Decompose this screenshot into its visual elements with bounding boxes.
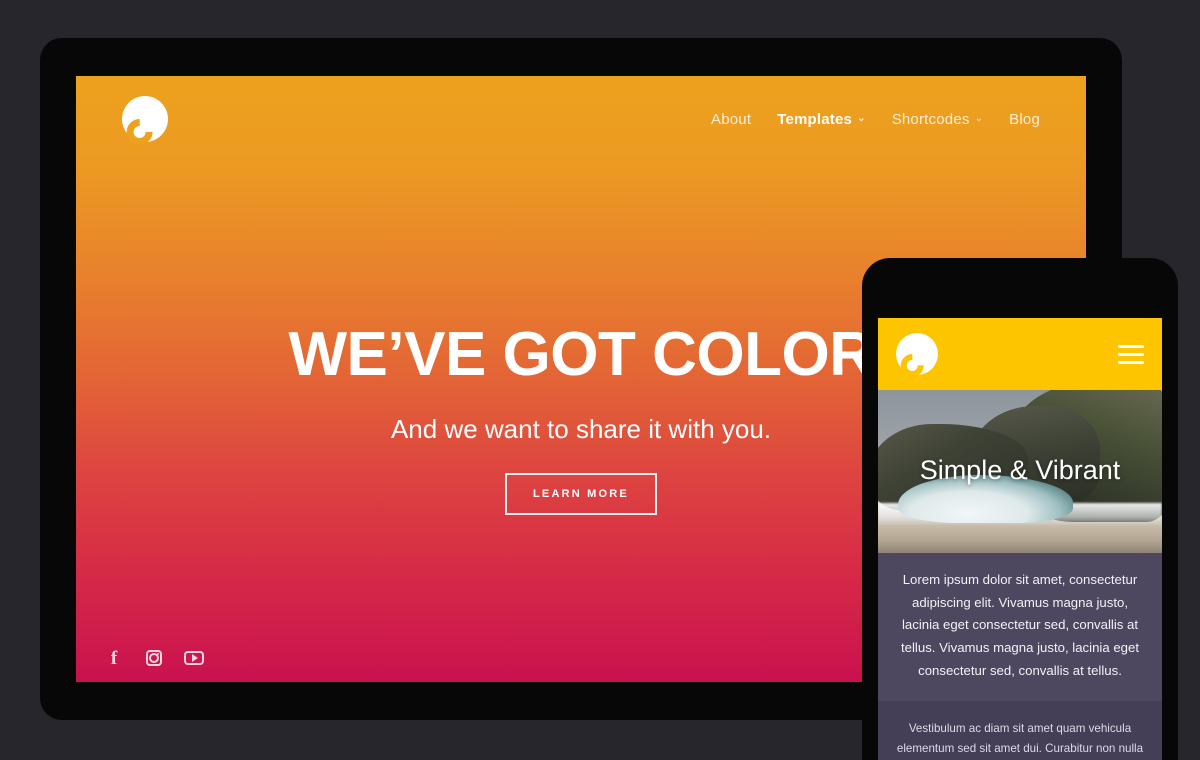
phone-paragraph-secondary: Vestibulum ac diam sit amet quam vehicul…	[878, 700, 1162, 760]
scene-canvas: About Templates ⌄ Shortcodes ⌄ Blog WE’V…	[0, 0, 1200, 760]
youtube-icon[interactable]	[184, 648, 204, 668]
instagram-camera-shape	[146, 650, 162, 666]
youtube-play-shape	[184, 651, 204, 665]
learn-more-button[interactable]: LEARN MORE	[505, 473, 657, 515]
phone-site-header	[878, 318, 1162, 390]
hamburger-bar	[1118, 352, 1144, 356]
nav-item-about[interactable]: About	[711, 111, 751, 128]
logo-ring-shape	[121, 113, 158, 151]
hamburger-bar	[1118, 344, 1144, 348]
chevron-down-icon: ⌄	[974, 113, 984, 124]
phone-device-frame: Simple & Vibrant Lorem ipsum dolor sit a…	[862, 258, 1178, 760]
phone-paragraph-primary: Lorem ipsum dolor sit amet, consectetur …	[878, 553, 1162, 701]
tablet-site-header: About Templates ⌄ Shortcodes ⌄ Blog	[76, 76, 1086, 162]
nav-item-label: Blog	[1009, 110, 1040, 128]
beach-sand-shape	[878, 525, 1162, 553]
logo-ring-shape	[895, 349, 929, 382]
nav-item-label: Shortcodes	[891, 110, 970, 128]
hamburger-menu-icon[interactable]	[1118, 344, 1144, 364]
hero-photo: Simple & Vibrant	[878, 390, 1162, 553]
nav-item-blog[interactable]: Blog	[1009, 111, 1040, 128]
phone-screen: Simple & Vibrant Lorem ipsum dolor sit a…	[878, 318, 1162, 760]
nav-item-label: Templates	[777, 110, 853, 128]
main-navigation: About Templates ⌄ Shortcodes ⌄ Blog	[711, 111, 1040, 128]
facebook-icon[interactable]: f	[104, 648, 124, 668]
nav-item-label: About	[711, 110, 752, 128]
photo-caption: Simple & Vibrant	[919, 454, 1121, 485]
social-links: f	[100, 648, 204, 668]
hamburger-bar	[1118, 360, 1144, 364]
chevron-down-icon: ⌄	[857, 113, 866, 124]
facebook-glyph: f	[110, 647, 118, 669]
circle-c-logo-icon[interactable]	[895, 333, 938, 382]
instagram-icon[interactable]	[144, 648, 164, 668]
nav-item-shortcodes[interactable]: Shortcodes ⌄	[892, 111, 983, 128]
circle-c-logo-icon[interactable]	[121, 96, 168, 151]
nav-item-templates[interactable]: Templates ⌄	[777, 111, 865, 128]
